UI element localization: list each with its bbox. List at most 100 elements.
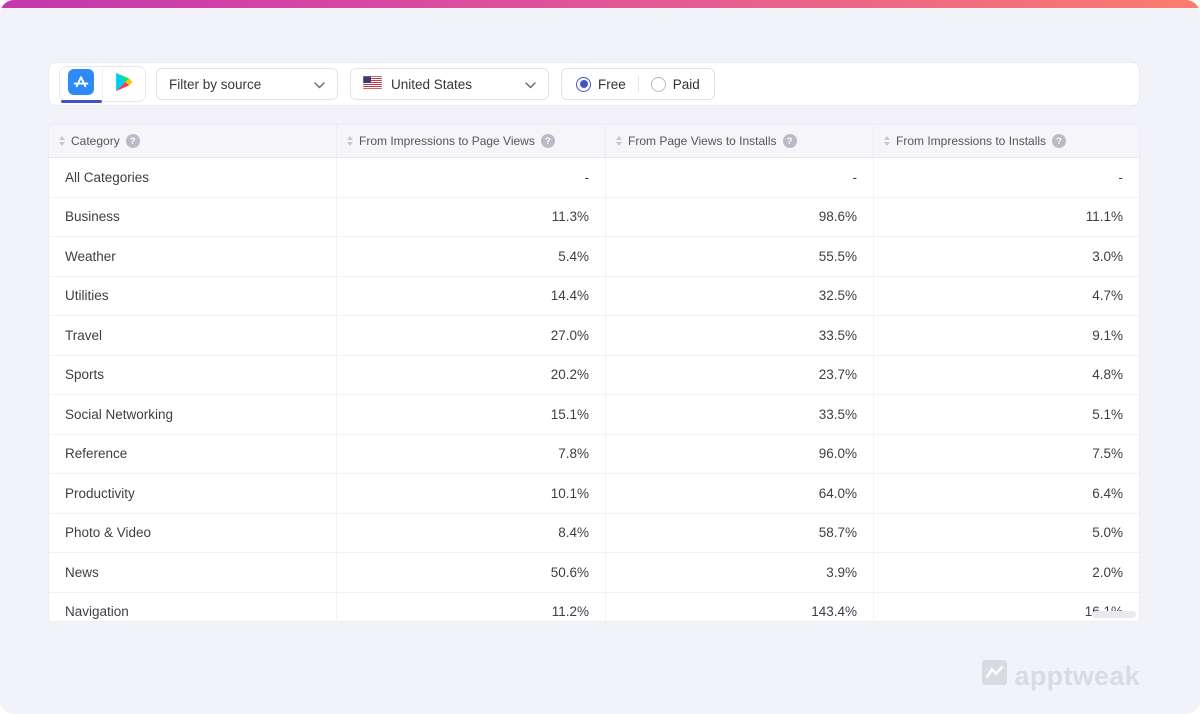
selected-platform-underline xyxy=(61,100,102,103)
google-play-icon xyxy=(113,71,135,98)
scrollbar-thumb[interactable] xyxy=(1092,611,1136,618)
pageviews-to-installs-cell: 33.5% xyxy=(606,316,874,355)
pageviews-to-installs-cell: 64.0% xyxy=(606,474,874,513)
impressions-to-installs-cell: 9.1% xyxy=(874,316,1139,355)
column-header[interactable]: From Page Views to Installs ? xyxy=(606,125,874,157)
sort-icon[interactable] xyxy=(884,136,890,146)
help-icon[interactable]: ? xyxy=(541,134,555,148)
impressions-to-pageviews-cell: 10.1% xyxy=(337,474,606,513)
impressions-to-pageviews-cell: 14.4% xyxy=(337,277,606,316)
category-cell: Travel xyxy=(49,316,337,355)
impressions-to-installs-cell: 4.8% xyxy=(874,356,1139,395)
pageviews-to-installs-cell: - xyxy=(606,158,874,197)
impressions-to-installs-cell: 4.7% xyxy=(874,277,1139,316)
free-radio-option[interactable]: Free xyxy=(576,77,626,92)
us-flag-icon xyxy=(363,76,382,92)
impressions-to-pageviews-cell: 11.2% xyxy=(337,593,606,623)
impressions-to-pageviews-cell: - xyxy=(337,158,606,197)
table-row: Weather 5.4% 55.5% 3.0% xyxy=(49,237,1139,277)
category-cell: Weather xyxy=(49,237,337,276)
column-header[interactable]: From Impressions to Installs ? xyxy=(874,125,1139,157)
category-cell: Sports xyxy=(49,356,337,395)
column-header[interactable]: Category ? xyxy=(49,125,337,157)
apptweak-logo-icon xyxy=(982,660,1007,692)
country-name: United States xyxy=(391,77,472,92)
help-icon[interactable]: ? xyxy=(1052,134,1066,148)
google-play-button[interactable] xyxy=(102,67,145,101)
country-select[interactable]: United States xyxy=(350,68,549,100)
conversion-table: Category ? From Impressions to Page View… xyxy=(48,124,1140,622)
filters-toolbar: Filter by source xyxy=(48,62,1140,106)
price-toggle-divider xyxy=(638,76,639,92)
category-cell: Reference xyxy=(49,435,337,474)
category-cell: Social Networking xyxy=(49,395,337,434)
source-filter-select[interactable]: Filter by source xyxy=(156,68,338,100)
category-cell: Utilities xyxy=(49,277,337,316)
source-filter-label: Filter by source xyxy=(169,77,261,92)
chevron-down-icon xyxy=(525,77,536,92)
category-cell: Photo & Video xyxy=(49,514,337,553)
impressions-to-pageviews-cell: 7.8% xyxy=(337,435,606,474)
impressions-to-installs-cell: 6.4% xyxy=(874,474,1139,513)
table-row: All Categories - - - xyxy=(49,158,1139,198)
category-cell: All Categories xyxy=(49,158,337,197)
pageviews-to-installs-cell: 98.6% xyxy=(606,198,874,237)
watermark-text: apptweak xyxy=(1015,661,1140,692)
pageviews-to-installs-cell: 55.5% xyxy=(606,237,874,276)
table-body: All Categories - - - Business 11.3% 98.6… xyxy=(49,158,1139,622)
column-header-label: From Impressions to Installs xyxy=(896,134,1046,148)
pageviews-to-installs-cell: 23.7% xyxy=(606,356,874,395)
radio-unselected-icon xyxy=(651,77,666,92)
help-icon[interactable]: ? xyxy=(126,134,140,148)
app-window: Filter by source xyxy=(0,0,1200,714)
table-row: Photo & Video 8.4% 58.7% 5.0% xyxy=(49,514,1139,554)
app-store-button[interactable] xyxy=(60,67,102,101)
table-row: Social Networking 15.1% 33.5% 5.1% xyxy=(49,395,1139,435)
radio-selected-icon xyxy=(576,77,591,92)
table-row: Sports 20.2% 23.7% 4.8% xyxy=(49,356,1139,396)
category-cell: News xyxy=(49,553,337,592)
table-row: Navigation 11.2% 143.4% 16.1% xyxy=(49,593,1139,623)
paid-radio-option[interactable]: Paid xyxy=(651,77,700,92)
table-row: News 50.6% 3.9% 2.0% xyxy=(49,553,1139,593)
impressions-to-installs-cell: 3.0% xyxy=(874,237,1139,276)
pageviews-to-installs-cell: 143.4% xyxy=(606,593,874,623)
top-gradient-bar xyxy=(0,0,1200,8)
sort-icon[interactable] xyxy=(59,136,65,146)
impressions-to-installs-cell: 11.1% xyxy=(874,198,1139,237)
column-header-label: From Page Views to Installs xyxy=(628,134,777,148)
impressions-to-pageviews-cell: 11.3% xyxy=(337,198,606,237)
free-label: Free xyxy=(598,77,626,92)
impressions-to-installs-cell: 7.5% xyxy=(874,435,1139,474)
country-select-value: United States xyxy=(363,76,472,92)
table-row: Productivity 10.1% 64.0% 6.4% xyxy=(49,474,1139,514)
impressions-to-pageviews-cell: 15.1% xyxy=(337,395,606,434)
pageviews-to-installs-cell: 96.0% xyxy=(606,435,874,474)
watermark: apptweak xyxy=(982,660,1140,692)
impressions-to-pageviews-cell: 50.6% xyxy=(337,553,606,592)
paid-label: Paid xyxy=(673,77,700,92)
pageviews-to-installs-cell: 32.5% xyxy=(606,277,874,316)
sort-icon[interactable] xyxy=(347,136,353,146)
impressions-to-installs-cell: - xyxy=(874,158,1139,197)
platform-toggle xyxy=(59,66,146,102)
column-header-label: From Impressions to Page Views xyxy=(359,134,535,148)
table-row: Business 11.3% 98.6% 11.1% xyxy=(49,198,1139,238)
help-icon[interactable]: ? xyxy=(783,134,797,148)
impressions-to-pageviews-cell: 8.4% xyxy=(337,514,606,553)
impressions-to-pageviews-cell: 5.4% xyxy=(337,237,606,276)
sort-icon[interactable] xyxy=(616,136,622,146)
impressions-to-pageviews-cell: 27.0% xyxy=(337,316,606,355)
pageviews-to-installs-cell: 58.7% xyxy=(606,514,874,553)
impressions-to-installs-cell: 2.0% xyxy=(874,553,1139,592)
impressions-to-installs-cell: 5.1% xyxy=(874,395,1139,434)
column-header[interactable]: From Impressions to Page Views ? xyxy=(337,125,606,157)
table-row: Utilities 14.4% 32.5% 4.7% xyxy=(49,277,1139,317)
chevron-down-icon xyxy=(314,77,325,92)
table-row: Travel 27.0% 33.5% 9.1% xyxy=(49,316,1139,356)
impressions-to-installs-cell: 5.0% xyxy=(874,514,1139,553)
category-cell: Navigation xyxy=(49,593,337,623)
pageviews-to-installs-cell: 3.9% xyxy=(606,553,874,592)
category-cell: Productivity xyxy=(49,474,337,513)
column-header-label: Category xyxy=(71,134,120,148)
